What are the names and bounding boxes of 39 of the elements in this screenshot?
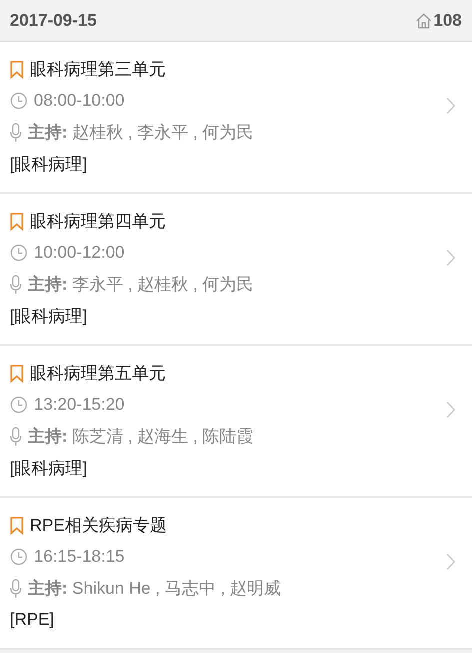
microphone-icon: [10, 274, 22, 295]
session-hosts: 主持: Shikun He , 马志中 , 赵明威: [28, 578, 282, 600]
bookmark-icon: [10, 364, 24, 383]
session-category: [眼科病理]: [10, 154, 88, 176]
session-time: 10:00-12:00: [34, 243, 125, 264]
chevron-right-icon: [446, 401, 456, 419]
bookmark-icon: [10, 212, 24, 231]
session-time: 13:20-15:20: [34, 395, 125, 416]
chevron-right-icon: [446, 553, 456, 571]
clock-icon: [10, 548, 28, 566]
session-card[interactable]: RPE相关疾病专题 16:15-18:15 主持: Shikun He , 马志中 , 赵明威 [RPE]: [0, 498, 472, 650]
bookmark-icon: [10, 60, 24, 79]
session-hosts: 主持: 赵桂秋 , 李永平 , 何为民: [28, 122, 254, 144]
session-time: 08:00-10:00: [34, 91, 125, 112]
session-hosts: 主持: 李永平 , 赵桂秋 , 何为民: [28, 274, 254, 296]
microphone-icon: [10, 122, 22, 143]
chevron-right-icon: [446, 249, 456, 267]
session-title: 眼科病理第五单元: [30, 363, 166, 386]
session-title: 眼科病理第三单元: [30, 59, 166, 82]
microphone-icon: [10, 426, 22, 447]
session-title: RPE相关疾病专题: [30, 515, 167, 538]
bookmark-icon: [10, 516, 24, 535]
session-category: [眼科病理]: [10, 306, 88, 328]
clock-icon: [10, 92, 28, 110]
session-card[interactable]: 眼科病理第三单元 08:00-10:00 主持: 赵桂秋 , 李永平 , 何为民 [眼科病理]: [0, 42, 472, 194]
microphone-icon: [10, 578, 22, 599]
house-icon: [414, 12, 433, 30]
session-title: 眼科病理第四单元: [30, 211, 166, 234]
session-category: [眼科病理]: [10, 458, 88, 480]
session-date: 2017-09-15: [10, 10, 97, 30]
clock-icon: [10, 244, 28, 262]
session-time: 16:15-18:15: [34, 547, 125, 568]
room-number: 108: [434, 10, 462, 30]
chevron-right-icon: [446, 97, 456, 115]
clock-icon: [10, 396, 28, 414]
session-hosts: 主持: 陈芝清 , 赵海生 , 陈陆霞: [28, 426, 254, 448]
session-card[interactable]: 眼科病理第五单元 13:20-15:20 主持: 陈芝清 , 赵海生 , 陈陆霞 [眼科病理]: [0, 346, 472, 498]
session-category: [RPE]: [10, 610, 54, 630]
session-card[interactable]: 眼科病理第四单元 10:00-12:00 主持: 李永平 , 赵桂秋 , 何为民 [眼科病理]: [0, 194, 472, 346]
